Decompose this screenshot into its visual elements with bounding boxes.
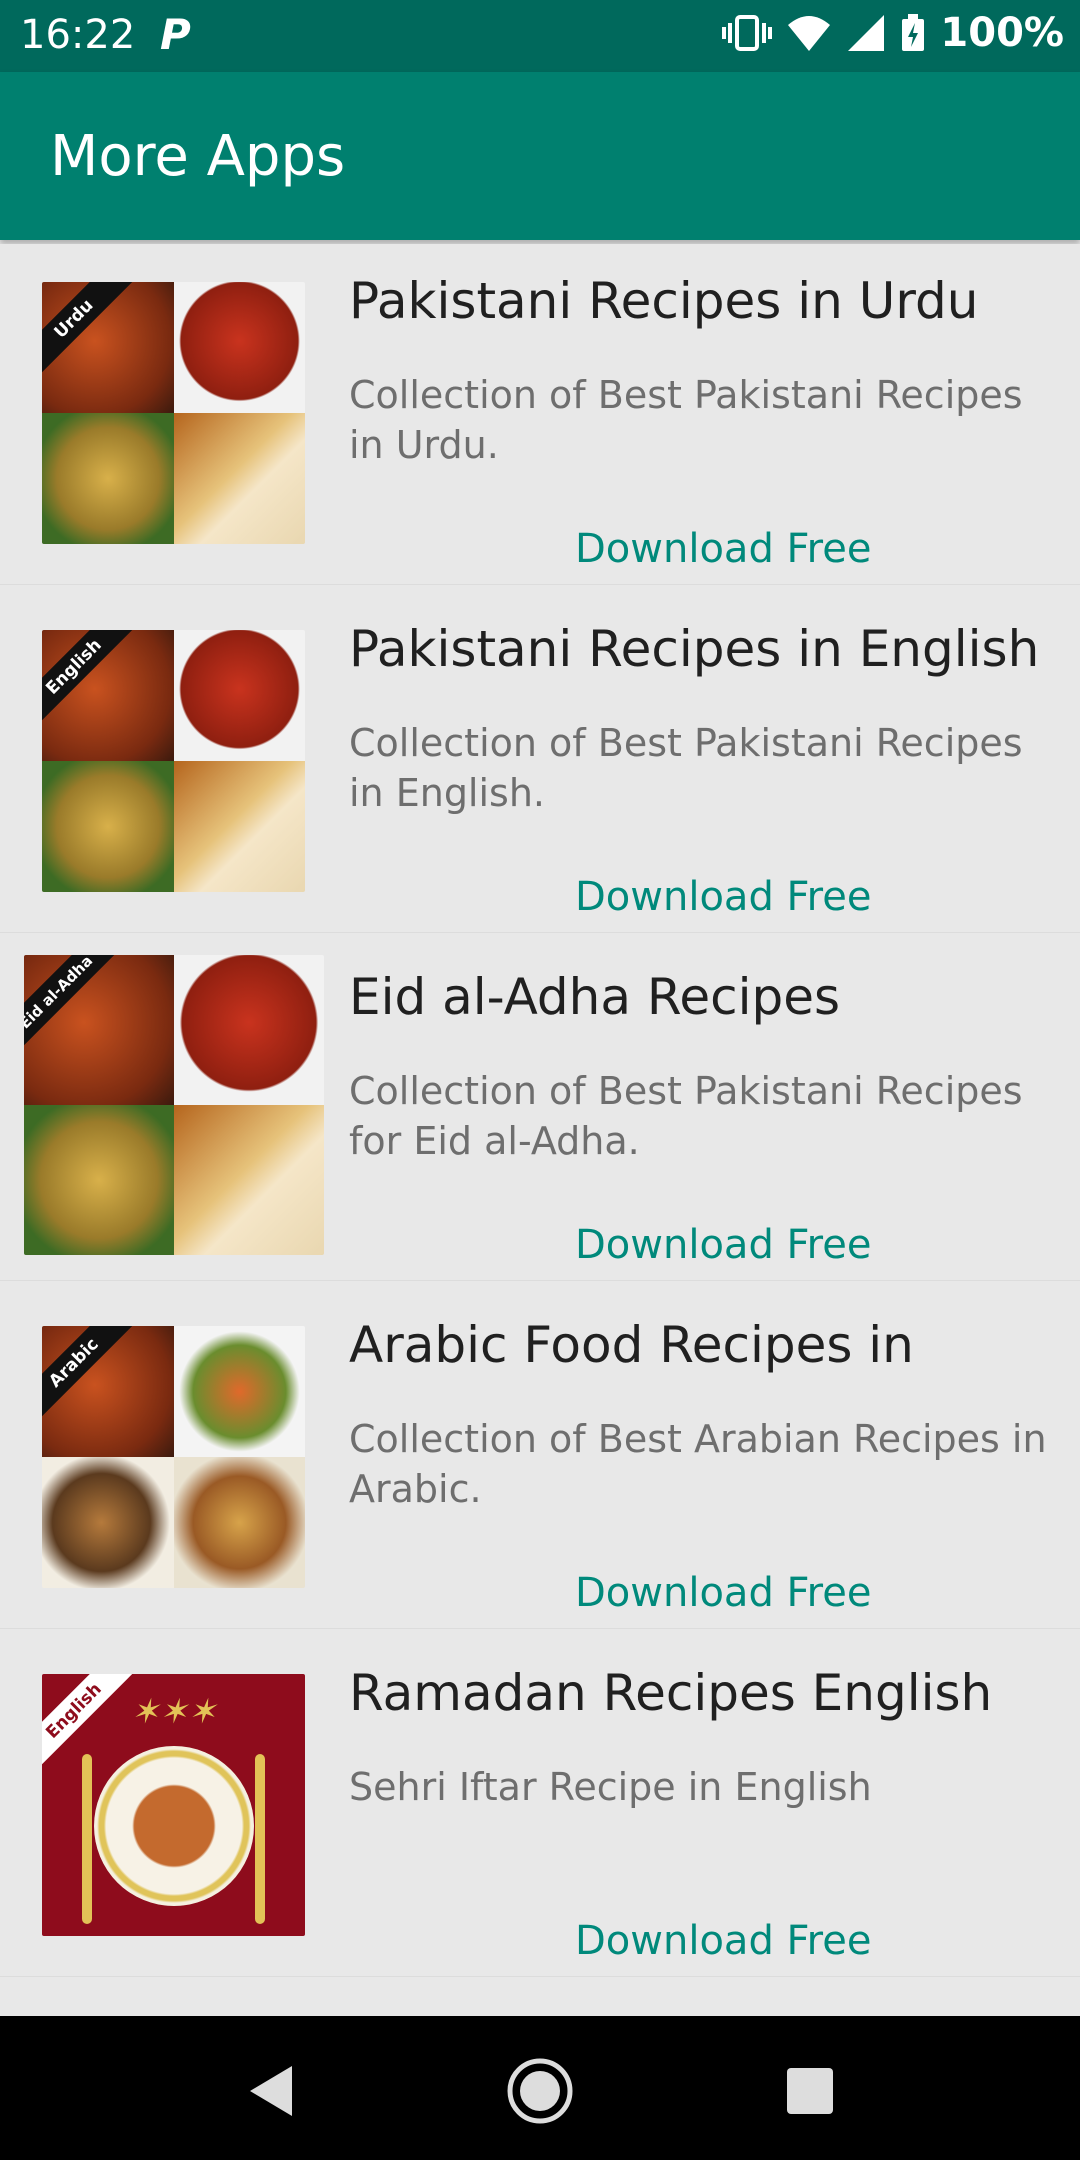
signal-icon [848,15,885,51]
back-icon[interactable] [242,2056,312,2126]
app-title: Pakistani Recipes in Urdu [349,272,979,330]
app-thumbnail[interactable]: English [42,630,305,892]
app-title: Pakistani Recipes in English [349,620,1040,678]
app-thumbnail[interactable]: Eid al-Adha [24,955,324,1255]
app-title: Arabic Food Recipes in [349,1316,914,1374]
wifi-icon [788,16,831,51]
app-thumbnail[interactable]: Arabic [42,1326,305,1588]
vibrate-icon [722,15,773,51]
plate-icon [93,1745,254,1906]
app-description: Collection of Best Pakistani Recipes in … [349,373,1023,467]
page-title: More Apps [50,124,346,189]
battery-icon [902,14,925,51]
download-free-button[interactable]: Download Free [575,1918,871,1964]
p-icon: P [160,10,191,59]
download-free-button[interactable]: Download Free [575,1570,871,1616]
app-description: Sehri Iftar Recipe in English [349,1765,872,1809]
app-title: Eid al-Adha Recipes [349,968,841,1026]
app-description: Collection of Best Arabian Recipes in Ar… [349,1417,1047,1511]
download-free-button[interactable]: Download Free [575,1222,871,1268]
status-icons: 100% [722,10,1064,56]
list-item[interactable]: Eid al-Adha Eid al-Adha Recipes Collecti… [0,940,1080,1281]
list-item[interactable]: English Pakistani Recipes in English Col… [0,592,1080,933]
download-free-button[interactable]: Download Free [575,874,871,920]
list-item[interactable]: ✶✶✶ English Ramadan Recipes English Sehr… [0,1636,1080,1977]
list-item[interactable]: Arabic Arabic Food Recipes in Collection… [0,1288,1080,1629]
app-thumbnail[interactable]: Urdu [42,282,305,544]
app-thumbnail[interactable]: ✶✶✶ English [42,1674,305,1936]
status-bar: 16:22 P 100% [0,0,1080,72]
fork-icon [82,1754,92,1924]
battery-percentage: 100% [940,10,1064,56]
list-item[interactable]: Urdu Pakistani Recipes in Urdu Collectio… [0,244,1080,585]
navigation-bar [0,2016,1080,2160]
app-description: Collection of Best Pakistani Recipes for… [349,1069,1023,1163]
app-bar: More Apps [0,72,1080,240]
app-title: Ramadan Recipes English [349,1664,993,1722]
download-free-button[interactable]: Download Free [575,526,871,572]
knife-icon [255,1754,265,1924]
home-icon[interactable] [505,2056,575,2126]
status-time: 16:22 [20,12,136,58]
app-description: Collection of Best Pakistani Recipes in … [349,721,1023,815]
recents-icon[interactable] [775,2056,845,2126]
